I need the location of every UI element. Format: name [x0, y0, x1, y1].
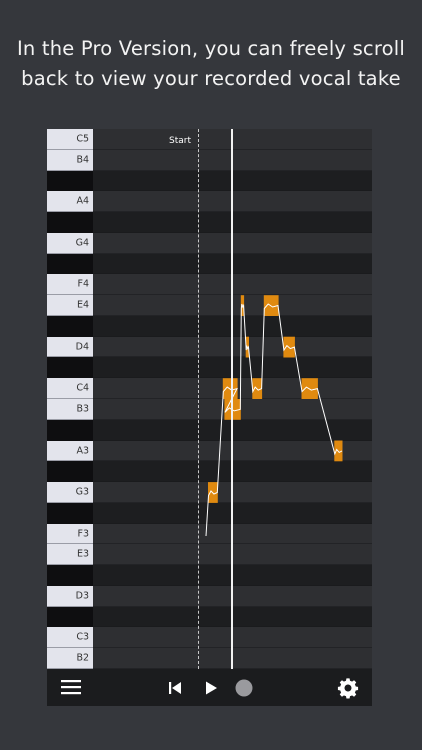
pitch-trace: [205, 303, 343, 537]
piano-key-sharp[interactable]: [47, 503, 93, 524]
hamburger-menu-icon: [61, 680, 81, 695]
piano-key-label: E3: [76, 548, 89, 560]
record-icon: [235, 679, 253, 697]
piano-key-c5[interactable]: C5: [47, 129, 93, 150]
app-screen: C5 B4 A4 G4 F4 E4 D4 C4 B3 A3 G3 F3 E3 D3 C3 B2 Start: [47, 129, 372, 706]
piano-key-sharp[interactable]: [47, 212, 93, 233]
piano-key-label: B4: [76, 154, 89, 166]
piano-key-label: A3: [76, 445, 89, 456]
piano-key-sharp[interactable]: [47, 565, 93, 586]
piano-roll[interactable]: Start: [93, 129, 372, 669]
skip-to-start-icon: [169, 682, 181, 694]
piano-key-g3[interactable]: G3: [47, 482, 93, 503]
bottom-toolbar: [47, 669, 372, 706]
piano-key-sharp[interactable]: [47, 357, 93, 378]
piano-key-b4[interactable]: B4: [47, 150, 93, 171]
playhead[interactable]: [231, 129, 233, 669]
piano-key-d4[interactable]: D4: [47, 337, 93, 357]
record-button[interactable]: [235, 679, 253, 697]
piano-key-label: G4: [75, 237, 89, 249]
menu-button[interactable]: [60, 679, 82, 695]
caption-line-1: In the Pro Version, you can freely scrol…: [16, 37, 406, 60]
piano-key-label: B3: [76, 403, 89, 415]
piano-key-label: B2: [76, 652, 89, 664]
piano-key-sharp[interactable]: [47, 316, 93, 337]
piano-key-e4[interactable]: E4: [47, 295, 93, 316]
piano-key-g4[interactable]: G4: [47, 233, 93, 254]
piano-key-label: G3: [75, 486, 89, 498]
piano-key-f4[interactable]: F4: [47, 274, 93, 295]
piano-key-a3[interactable]: A3: [47, 441, 93, 461]
piano-key-label: D3: [75, 590, 89, 602]
rewind-button[interactable]: [167, 680, 183, 696]
piano-key-sharp[interactable]: [47, 171, 93, 191]
piano-key-b2[interactable]: B2: [47, 648, 93, 669]
caption-line-2: back to view your recorded vocal take: [21, 67, 401, 90]
piano-key-sharp[interactable]: [47, 461, 93, 482]
play-button[interactable]: [203, 680, 219, 696]
piano-key-label: A4: [76, 195, 89, 207]
piano-key-sharp[interactable]: [47, 254, 93, 274]
piano-key-label: C3: [76, 631, 89, 643]
piano-key-c3[interactable]: C3: [47, 627, 93, 648]
settings-button[interactable]: [337, 677, 359, 699]
piano-key-b3[interactable]: B3: [47, 399, 93, 420]
piano-key-c4[interactable]: C4: [47, 378, 93, 399]
piano-key-label: F3: [77, 528, 89, 539]
piano-key-label: C5: [76, 133, 89, 145]
piano-key-label: D4: [75, 341, 89, 352]
piano-key-label: E4: [76, 299, 89, 311]
piano-keyboard: C5 B4 A4 G4 F4 E4 D4 C4 B3 A3 G3 F3 E3 D3 C3 B2: [47, 129, 93, 669]
gear-icon: [337, 678, 359, 699]
piano-key-d3[interactable]: D3: [47, 586, 93, 607]
promo-caption: In the Pro Version, you can freely scrol…: [0, 34, 422, 94]
piano-key-sharp[interactable]: [47, 607, 93, 627]
piano-key-label: C4: [76, 382, 89, 394]
piano-key-sharp[interactable]: [47, 420, 93, 441]
piano-key-a4[interactable]: A4: [47, 191, 93, 212]
play-icon: [206, 681, 217, 695]
piano-key-e3[interactable]: E3: [47, 544, 93, 565]
piano-key-label: F4: [77, 278, 89, 290]
piano-key-f3[interactable]: F3: [47, 524, 93, 544]
